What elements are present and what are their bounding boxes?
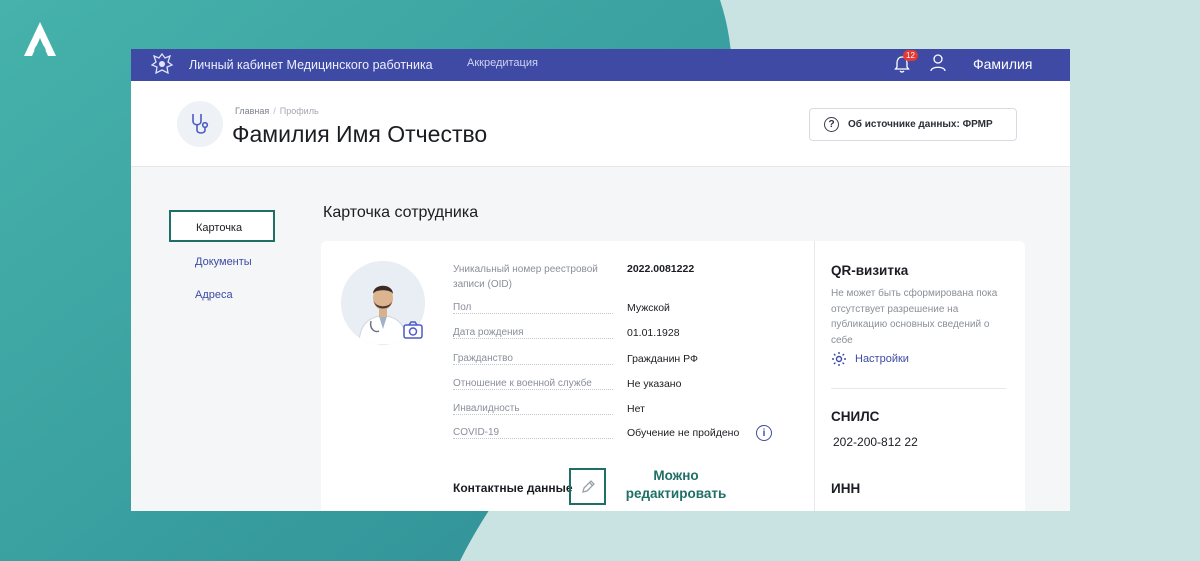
app-window: Личный кабинет Медицинского работника Ак… bbox=[131, 49, 1070, 511]
sidebar-item-documents[interactable]: Документы bbox=[195, 256, 252, 268]
user-icon[interactable] bbox=[929, 53, 947, 73]
snils-title: СНИЛС bbox=[831, 409, 880, 424]
contacts-title: Контактные данные bbox=[453, 481, 573, 495]
field-label-birthdate: Дата рождения bbox=[453, 327, 616, 339]
stethoscope-icon bbox=[177, 101, 223, 147]
help-icon: ? bbox=[824, 117, 839, 132]
data-source-label: Об источнике данных: ФРМР bbox=[848, 119, 993, 130]
field-label-gender: Пол bbox=[453, 302, 616, 314]
emblem-icon bbox=[150, 52, 174, 75]
notification-badge: 12 bbox=[903, 50, 918, 61]
page-title: Фамилия Имя Отчество bbox=[232, 121, 488, 147]
logo-icon bbox=[24, 22, 56, 56]
field-value-oid: 2022.0081222 bbox=[627, 263, 695, 275]
field-label-disability: Инвалидность bbox=[453, 403, 616, 415]
breadcrumb-separator: / bbox=[273, 106, 276, 116]
field-value-military: Не указано bbox=[627, 378, 682, 390]
card-divider bbox=[814, 241, 815, 511]
breadcrumb-home[interactable]: Главная bbox=[235, 106, 269, 116]
field-value-citizenship: Гражданин РФ bbox=[627, 353, 699, 365]
settings-link[interactable]: Настройки bbox=[831, 351, 909, 367]
breadcrumb: Главная / Профиль bbox=[235, 106, 319, 116]
field-value-birthdate: 01.01.1928 bbox=[627, 327, 680, 339]
camera-icon[interactable] bbox=[403, 321, 423, 339]
side-divider bbox=[831, 388, 1006, 389]
field-value-covid: Обучение не пройдено bbox=[627, 427, 740, 439]
snils-value: 202-200-812 22 bbox=[833, 435, 918, 449]
info-icon[interactable]: i bbox=[756, 425, 772, 441]
data-source-button[interactable]: ? Об источнике данных: ФРМР bbox=[809, 108, 1017, 141]
field-label-military: Отношение к военной службе bbox=[453, 378, 616, 390]
qr-title: QR-визитка bbox=[831, 263, 909, 278]
sidebar-item-addresses[interactable]: Адреса bbox=[195, 289, 233, 301]
field-value-disability: Нет bbox=[627, 403, 645, 415]
inn-title: ИНН bbox=[831, 481, 861, 496]
app-title[interactable]: Личный кабинет Медицинского работника bbox=[189, 58, 433, 72]
page-header: Главная / Профиль Фамилия Имя Отчество ? О… bbox=[131, 81, 1070, 167]
breadcrumb-current: Профиль bbox=[279, 106, 319, 116]
sidebar-item-card[interactable]: Карточка bbox=[169, 210, 275, 242]
gear-icon bbox=[832, 352, 846, 366]
employee-card: Уникальный номер реестровой записи (OID)… bbox=[321, 241, 1025, 511]
field-label-citizenship: Гражданство bbox=[453, 353, 616, 365]
edit-contacts-button[interactable] bbox=[569, 468, 606, 505]
pencil-icon bbox=[581, 479, 595, 493]
qr-text: Не может быть сформирована пока отсутств… bbox=[831, 288, 998, 346]
edit-note: Можно редактировать bbox=[625, 468, 727, 501]
field-label-oid: Уникальный номер реестровой записи (OID) bbox=[453, 264, 598, 290]
top-navbar: Личный кабинет Медицинского работника Ак… bbox=[131, 49, 1070, 81]
field-label-covid: COVID-19 bbox=[453, 427, 616, 439]
user-name[interactable]: Фамилия bbox=[973, 56, 1032, 72]
section-title: Карточка сотрудника bbox=[323, 204, 479, 221]
settings-label: Настройки bbox=[855, 353, 909, 365]
nav-accreditation[interactable]: Аккредитация bbox=[467, 57, 538, 69]
field-value-gender: Мужской bbox=[627, 302, 670, 314]
